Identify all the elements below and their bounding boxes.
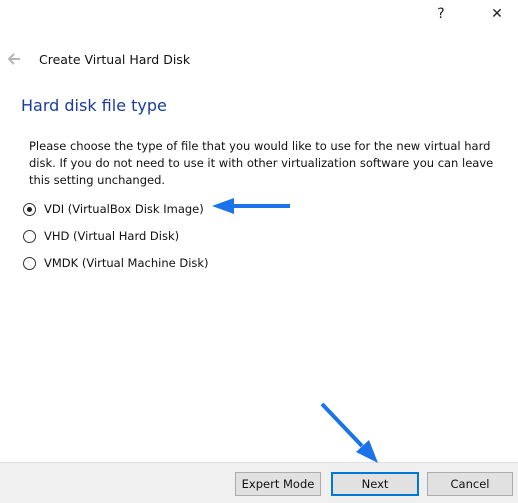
radio-option-vmdk[interactable]: VMDK (Virtual Machine Disk) [23, 256, 209, 270]
arrow-left-icon[interactable] [6, 51, 22, 67]
annotation-overlay [212, 198, 378, 463]
page-heading: Hard disk file type [21, 96, 167, 115]
wizard-title: Create Virtual Hard Disk [39, 52, 191, 67]
next-button[interactable]: Next [331, 472, 419, 496]
radio-label: VHD (Virtual Hard Disk) [44, 229, 180, 243]
radio-button[interactable] [23, 256, 36, 270]
radio-button[interactable] [23, 229, 36, 243]
radio-label: VMDK (Virtual Machine Disk) [44, 256, 209, 270]
annotation-arrow-down-right-icon [320, 402, 378, 463]
description-text: Please choose the type of file that you … [29, 139, 494, 187]
cancel-button[interactable]: Cancel [427, 472, 513, 496]
radio-button-selected[interactable] [23, 202, 36, 216]
radio-option-vhd[interactable]: VHD (Virtual Hard Disk) [23, 229, 179, 243]
radio-option-vdi[interactable]: VDI (VirtualBox Disk Image) [23, 202, 204, 216]
expert-mode-button[interactable]: Expert Mode [235, 472, 321, 496]
close-button[interactable]: ✕ [482, 2, 512, 26]
radio-label: VDI (VirtualBox Disk Image) [44, 202, 204, 216]
help-button[interactable]: ? [426, 2, 456, 26]
annotation-arrow-left-icon [212, 198, 290, 214]
